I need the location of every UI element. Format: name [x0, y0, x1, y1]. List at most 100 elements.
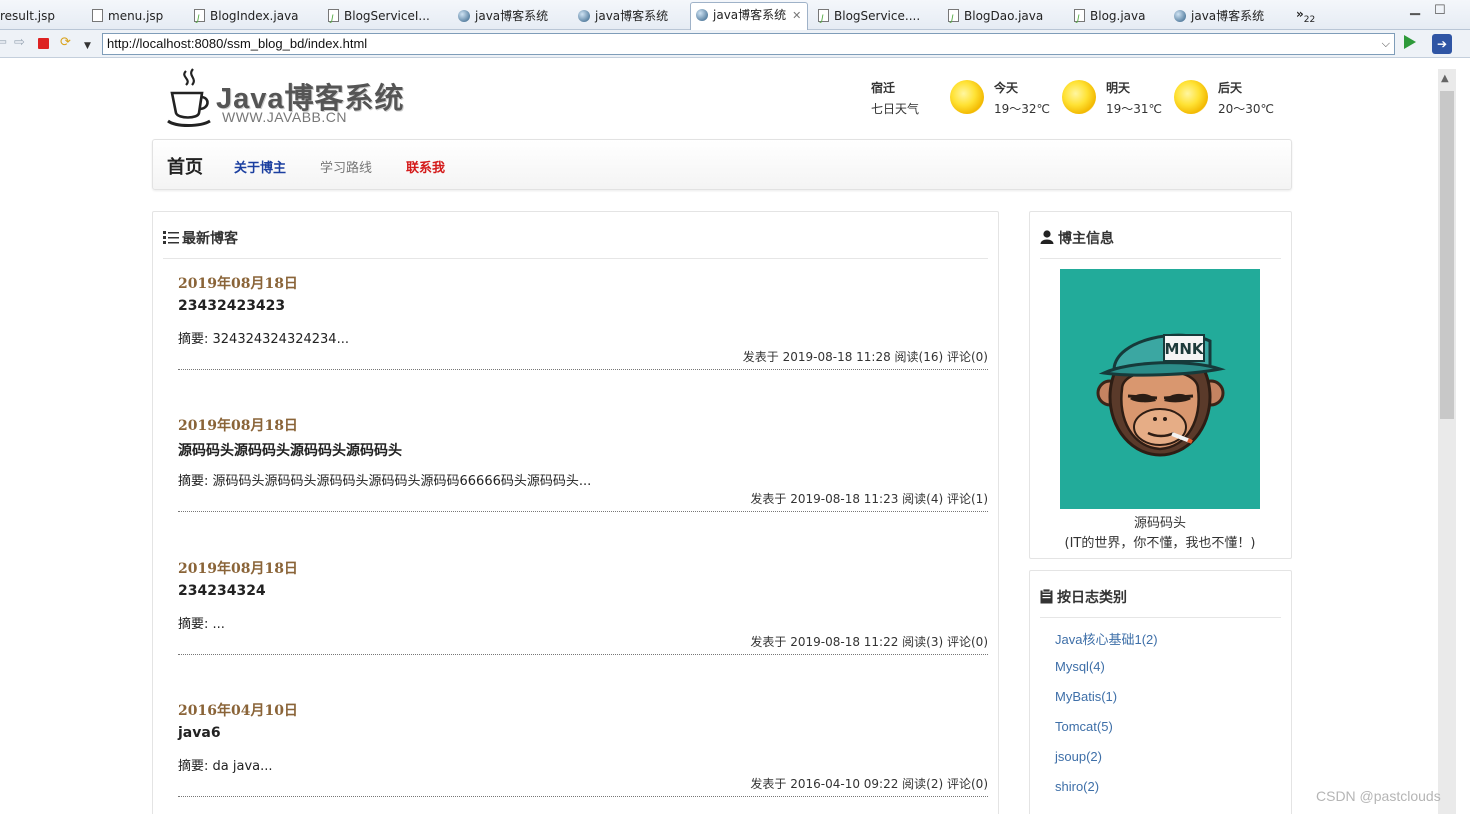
file-icon	[92, 9, 103, 22]
editor-tab[interactable]: BlogIndex.java	[192, 4, 299, 31]
post-title-link[interactable]: 23432423423	[178, 298, 285, 314]
watermark: CSDN @pastclouds	[1316, 788, 1441, 804]
editor-tab[interactable]: BlogDao.java	[946, 4, 1043, 31]
author-motto: (IT的世界，你不懂，我也不懂！)	[1064, 536, 1256, 551]
chevron-down-icon[interactable]: ⌵	[1382, 34, 1390, 54]
globe-icon	[696, 9, 708, 21]
editor-tab[interactable]: result.jsp	[0, 4, 55, 30]
editor-tab[interactable]: java博客系统	[456, 4, 548, 30]
editor-tab[interactable]: menu.jsp	[90, 4, 163, 30]
minimize-icon[interactable]: ▁	[1410, 1, 1420, 16]
stop-icon[interactable]	[38, 38, 49, 49]
post-date: 2016年04月10日	[178, 703, 298, 719]
site-logo[interactable]: Java博客系统 WWW.JAVABB.CN	[166, 67, 406, 129]
post-meta: 发表于 2019-08-18 11:23 阅读(4) 评论(1)	[750, 492, 988, 506]
editor-tab-label: BlogIndex.java	[210, 9, 299, 23]
weather-day-temp: 19～32℃	[994, 102, 1051, 116]
divider	[178, 796, 988, 797]
scrollbar-thumb[interactable]	[1440, 91, 1454, 419]
weather-day-temp: 20～30℃	[1218, 102, 1275, 116]
weather-city: 宿迁	[871, 81, 896, 95]
logo-subtitle: WWW.JAVABB.CN	[222, 109, 347, 125]
refresh-icon[interactable]: ⟳	[60, 36, 71, 50]
divider	[1040, 258, 1281, 259]
globe-icon	[1174, 10, 1186, 22]
post-date: 2019年08月18日	[178, 418, 298, 434]
url-input[interactable]: http://localhost:8080/ssm_blog_bd/index.…	[102, 33, 1395, 55]
editor-tab-label: java博客系统	[475, 9, 549, 23]
author-heading: 博主信息	[1040, 228, 1114, 260]
user-icon	[1040, 230, 1054, 244]
browser-toolbar: ⇦ ⇨ ⟳ ▼ http://localhost:8080/ssm_blog_b…	[0, 30, 1470, 58]
editor-tab-label: result.jsp	[0, 9, 55, 23]
divider	[178, 654, 988, 655]
editor-tab[interactable]: BlogService....	[816, 4, 920, 31]
open-external-icon[interactable]: ➔	[1432, 34, 1452, 54]
back-arrow-icon[interactable]: ⇦	[0, 36, 7, 50]
latest-posts-title: 最新博客	[182, 231, 238, 247]
avatar: MNK	[1060, 269, 1260, 509]
category-link[interactable]: shiro(2)	[1055, 779, 1158, 809]
divider	[163, 258, 988, 259]
author-name: 源码码头	[1133, 516, 1186, 531]
overflow-tab-count: 22	[1303, 15, 1316, 25]
editor-tab[interactable]: java博客系统	[1172, 4, 1264, 30]
category-link[interactable]: Tomcat(5)	[1055, 719, 1158, 749]
go-icon[interactable]	[1404, 35, 1416, 49]
nav-roadmap-link[interactable]: 学习路线	[320, 157, 372, 176]
category-link[interactable]: MyBatis(1)	[1055, 689, 1158, 719]
coffee-cup-icon	[167, 68, 211, 127]
list-icon	[163, 231, 179, 244]
category-link[interactable]: Mysql(4)	[1055, 659, 1158, 689]
post-date: 2019年08月18日	[178, 561, 298, 577]
java-file-icon	[328, 7, 339, 31]
nav-about-link[interactable]: 关于博主	[234, 157, 286, 176]
editor-tab-active[interactable]: java博客系统 ✕	[690, 2, 809, 30]
weather-day-name: 明天	[1106, 81, 1131, 95]
post-title-link[interactable]: java6	[178, 725, 221, 741]
post-title-link[interactable]: 234234324	[178, 583, 266, 599]
globe-icon	[578, 10, 590, 22]
overflow-tabs-button[interactable]: »22	[1294, 2, 1315, 28]
scroll-up-icon[interactable]: ▲	[1441, 73, 1449, 84]
java-file-icon	[1074, 7, 1085, 31]
post-meta: 发表于 2016-04-10 09:22 阅读(2) 评论(0)	[750, 777, 988, 791]
weather-day-temp: 19～31℃	[1106, 102, 1163, 116]
post-summary: 摘要: 源码码头源码码头源码码头源码码头源码码66666码头源码码头...	[178, 474, 592, 489]
maximize-icon[interactable]: ☐	[1434, 3, 1446, 18]
editor-tab[interactable]: java博客系统	[576, 4, 668, 30]
latest-posts-panel: 最新博客 2019年08月18日 23432423423 摘要: 3243243…	[152, 211, 999, 814]
vertical-scrollbar[interactable]: ▲	[1438, 69, 1456, 814]
sun-icon	[1174, 80, 1208, 114]
close-icon[interactable]: ✕	[792, 9, 801, 22]
java-file-icon	[194, 7, 205, 31]
chevron-down-icon[interactable]: ▼	[84, 39, 91, 53]
nav-home-link[interactable]: 首页	[167, 153, 203, 179]
category-link[interactable]: Java核心基础1(2)	[1055, 629, 1158, 659]
weather-location: 宿迁 七日天气	[871, 78, 919, 120]
url-text: http://localhost:8080/ssm_blog_bd/index.…	[107, 36, 368, 51]
divider	[1040, 617, 1281, 618]
categories-panel: 按日志类别 Java核心基础1(2) Mysql(4) MyBatis(1) T…	[1029, 570, 1292, 814]
weather-day-name: 后天	[1218, 81, 1243, 95]
categories-heading: 按日志类别	[1040, 587, 1127, 619]
editor-tab-label: java博客系统	[595, 9, 669, 23]
post-summary: 摘要: ...	[178, 617, 225, 632]
nav-contact-link[interactable]: 联系我	[406, 157, 445, 176]
post-meta: 发表于 2019-08-18 11:22 阅读(3) 评论(0)	[750, 635, 988, 649]
weather-day-name: 今天	[994, 81, 1019, 95]
java-file-icon	[818, 7, 829, 31]
post-title-link[interactable]: 源码码头源码码头源码码头源码码头	[178, 440, 402, 460]
editor-tab[interactable]: BlogServiceI...	[326, 4, 430, 31]
latest-posts-heading: 最新博客	[163, 228, 238, 260]
weather-day: 后天 20～30℃	[1218, 78, 1274, 120]
weather-day: 今天 19～32℃	[994, 78, 1050, 120]
post-summary: 摘要: 324324324324234...	[178, 332, 349, 347]
editor-tab-label: BlogServiceI...	[344, 9, 430, 23]
sun-icon	[950, 80, 984, 114]
category-link[interactable]: jsoup(2)	[1055, 749, 1158, 779]
forward-arrow-icon[interactable]: ⇨	[14, 36, 25, 50]
editor-tab-label: menu.jsp	[108, 9, 164, 23]
editor-tab[interactable]: Blog.java	[1072, 4, 1145, 31]
editor-tab-label: java博客系统	[713, 8, 787, 22]
